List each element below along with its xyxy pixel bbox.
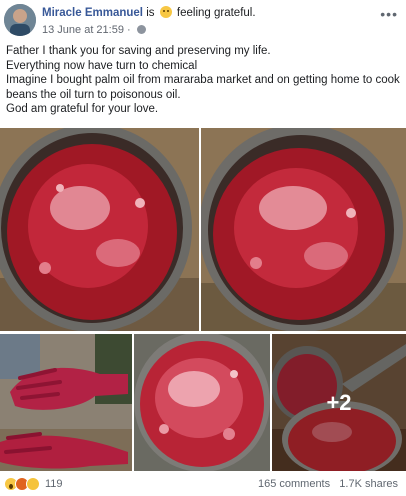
reaction-count: 119 xyxy=(45,478,63,490)
photo-1[interactable] xyxy=(0,128,199,331)
sad-icon xyxy=(26,477,40,491)
post-meta: 13 June at 21:59 · xyxy=(42,24,146,36)
post-line: God am grateful for your love. xyxy=(6,103,159,115)
comments-count-link[interactable]: 165 comments xyxy=(258,478,330,490)
reactions-summary[interactable]: 119 xyxy=(4,476,63,492)
engagement-counts: 165 comments 1.7K shares xyxy=(258,478,398,490)
post-line: Everything now have turn to chemical xyxy=(6,59,198,72)
meta-separator: · xyxy=(127,24,131,36)
shares-count-link[interactable]: 1.7K shares xyxy=(339,478,398,490)
post-card: Miracle Emmanuel is feeling grateful. 13… xyxy=(0,0,406,496)
photo-2[interactable] xyxy=(201,128,406,331)
author-avatar[interactable] xyxy=(4,4,36,36)
post-timestamp[interactable]: 13 June at 21:59 xyxy=(42,24,124,36)
globe-icon[interactable] xyxy=(136,25,146,34)
photo-pot-image xyxy=(0,128,199,331)
more-photos-count[interactable]: +2 xyxy=(272,334,406,471)
photo-hands-image xyxy=(0,334,132,471)
photo-3[interactable] xyxy=(0,334,132,471)
feeling-text: feeling grateful. xyxy=(176,7,256,19)
photo-5[interactable]: +2 xyxy=(272,334,406,471)
post-text: Father I thank you for saving and preser… xyxy=(6,44,402,117)
post-line: Imagine I bought palm oil from mararaba … xyxy=(6,74,400,101)
photo-4[interactable] xyxy=(134,334,270,471)
is-word: is xyxy=(146,7,155,19)
photo-pot-image xyxy=(201,128,406,331)
post-line: Father I thank you for saving and preser… xyxy=(6,45,271,57)
author-name-link[interactable]: Miracle Emmanuel xyxy=(42,7,143,19)
author-line: Miracle Emmanuel is feeling grateful. xyxy=(42,6,256,20)
more-options-icon[interactable]: ••• xyxy=(380,6,398,22)
photo-pot-closeup-image xyxy=(134,334,270,471)
grateful-emoji-icon xyxy=(159,6,172,18)
avatar-image xyxy=(4,4,36,36)
